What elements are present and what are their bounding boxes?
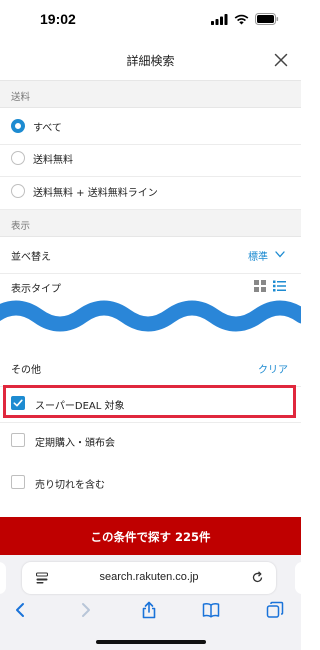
grid-view-icon[interactable] [254,280,266,292]
section-header-display: 表示 [0,210,301,237]
shipping-option-label: 送料無料 + 送料無料ライン [33,188,158,199]
checkbox[interactable] [11,433,25,447]
next-tab-peek[interactable] [295,562,309,594]
wavy-cut-annotation [0,300,301,332]
section-header-shipping: 送料 [0,81,301,108]
other-option-subscription[interactable]: 定期購入・頒布会 [0,423,301,460]
shipping-option-label: すべて [33,123,62,134]
search-submit-button[interactable]: この条件で探す 225件 [0,517,301,555]
modal-header: 詳細検索 [0,40,301,81]
wifi-icon [234,14,249,24]
home-indicator [96,640,206,644]
other-option-sold-out[interactable]: 売り切れを含む [0,465,301,502]
section-label-shipping: 送料 [11,92,31,103]
address-bar[interactable]: search.rakuten.co.jp [22,562,276,594]
highlight-annotation-box [3,385,296,418]
radio-button[interactable] [11,184,25,198]
other-option-label: 売り切れを含む [35,480,105,491]
close-icon[interactable] [273,52,289,68]
section-label-display: 表示 [11,221,31,232]
bookmarks-icon[interactable] [202,601,220,619]
sort-label: 並べ替え [11,252,51,263]
search-submit-label: この条件で探す 225件 [90,530,211,544]
clear-button[interactable]: クリア [258,361,288,376]
back-icon[interactable] [12,601,30,619]
status-icons [211,13,279,25]
shipping-option-label: 送料無料 [33,155,73,166]
reload-icon[interactable] [251,571,264,584]
display-type-label: 表示タイプ [11,284,61,295]
chevron-down-icon [275,251,285,258]
signal-icon [211,13,228,25]
url-text: search.rakuten.co.jp [99,571,199,583]
other-option-label: 定期購入・頒布会 [35,438,115,449]
list-view-icon[interactable] [273,280,286,292]
forward-icon[interactable] [76,601,94,619]
radio-button[interactable] [11,151,25,165]
radio-button-selected[interactable] [11,119,25,133]
status-bar: 19:02 [0,0,301,40]
share-icon[interactable] [140,601,158,619]
page-title: 詳細検索 [126,54,175,68]
sort-value[interactable]: 標準 [248,248,268,263]
other-header-row: その他 クリア [0,350,301,387]
status-time: 19:02 [40,11,76,27]
tabs-icon[interactable] [266,601,284,619]
previous-tab-peek[interactable] [0,562,6,594]
battery-icon [255,13,279,25]
shipping-option-free[interactable]: 送料無料 [0,140,301,177]
other-label: その他 [11,365,41,376]
shipping-option-free-line[interactable]: 送料無料 + 送料無料ライン [0,173,301,210]
checkbox[interactable] [11,475,25,489]
browser-toolbar: search.rakuten.co.jp [0,555,309,650]
